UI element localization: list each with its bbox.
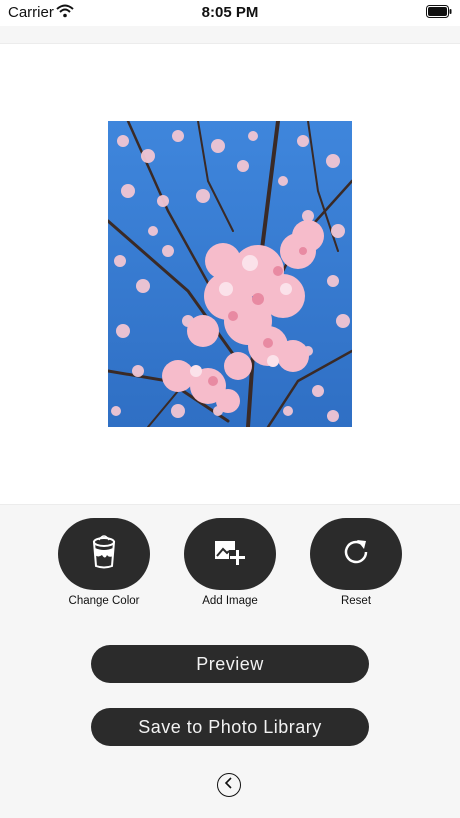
editor-canvas[interactable] bbox=[0, 43, 460, 505]
reset-label: Reset bbox=[340, 595, 372, 607]
cherry-blossom-photo[interactable] bbox=[108, 121, 352, 427]
paint-bucket-icon bbox=[89, 534, 119, 575]
save-to-photo-library-button[interactable]: Save to Photo Library bbox=[91, 708, 369, 746]
back-button[interactable] bbox=[217, 773, 241, 797]
reset-icon bbox=[340, 536, 372, 573]
battery-icon bbox=[426, 5, 452, 22]
change-color-label: Change Color bbox=[68, 595, 140, 607]
add-image-icon bbox=[213, 537, 247, 572]
clock: 8:05 PM bbox=[201, 4, 259, 21]
chevron-left-icon bbox=[224, 776, 234, 794]
change-color-button[interactable] bbox=[58, 518, 150, 590]
reset-button[interactable] bbox=[310, 518, 402, 590]
add-image-button[interactable] bbox=[184, 518, 276, 590]
add-image-tool[interactable]: Add Image bbox=[184, 518, 276, 607]
add-image-label: Add Image bbox=[202, 595, 258, 607]
change-color-tool[interactable]: Change Color bbox=[58, 518, 150, 607]
preview-button[interactable]: Preview bbox=[91, 645, 369, 683]
status-bar: Carrier 8:05 PM bbox=[0, 0, 460, 26]
reset-tool[interactable]: Reset bbox=[310, 518, 402, 607]
